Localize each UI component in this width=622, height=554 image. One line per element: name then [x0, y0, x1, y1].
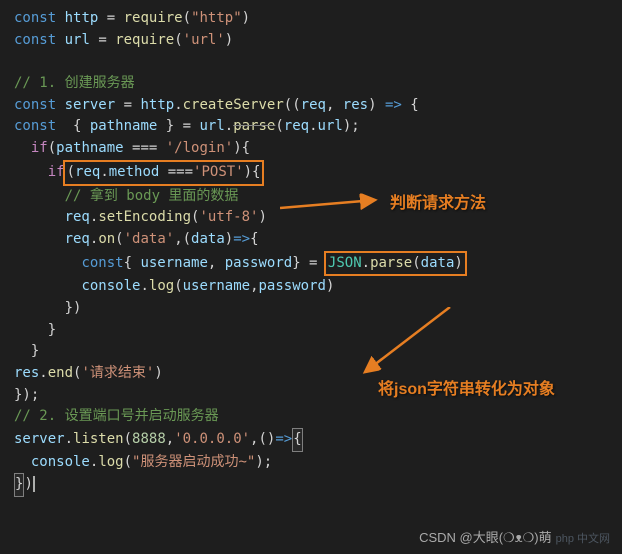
code-line: })	[14, 476, 35, 492]
code-line: console.log("服务器启动成功~");	[14, 454, 272, 470]
code-line: }	[14, 322, 56, 338]
arrow-2	[345, 307, 465, 387]
code-line: // 拿到 body 里面的数据	[14, 188, 238, 204]
code-line: })	[14, 300, 81, 316]
code-line: const url = require('url')	[14, 32, 233, 48]
code-line: if(pathname === '/login'){	[14, 140, 250, 156]
arrow-1	[280, 190, 390, 220]
code-editor[interactable]: const http = require("http") const url =…	[14, 8, 614, 497]
code-line: if(req.method ==='POST'){	[14, 164, 262, 180]
code-line: res.end('请求结束')	[14, 365, 163, 381]
code-line: const{ username, password} = JSON.parse(…	[14, 255, 465, 271]
code-line: const http = require("http")	[14, 10, 250, 26]
highlight-box-2: JSON.parse(data)	[324, 251, 467, 277]
code-line: // 2. 设置端口号并启动服务器	[14, 408, 219, 424]
code-line: const server = http.createServer((req, r…	[14, 97, 419, 113]
code-line: console.log(username,password)	[14, 278, 334, 294]
code-line: server.listen(8888,'0.0.0.0',()=>{	[14, 431, 303, 447]
code-line: const { pathname } = url.parse(req.url);	[14, 118, 360, 134]
watermark: CSDN @大眼(❍ᴥ❍)萌php 中文网	[419, 528, 610, 548]
highlight-box-1: (req.method ==='POST'){	[63, 160, 265, 186]
code-line: req.setEncoding('utf-8')	[14, 209, 267, 225]
code-line: }	[14, 343, 39, 359]
code-line: });	[14, 387, 39, 403]
annotation-1: 判断请求方法	[390, 192, 486, 217]
code-line: req.on('data',(data)=>{	[14, 231, 259, 247]
code-line: // 1. 创建服务器	[14, 75, 135, 91]
annotation-2: 将json字符串转化为对象	[378, 378, 555, 403]
